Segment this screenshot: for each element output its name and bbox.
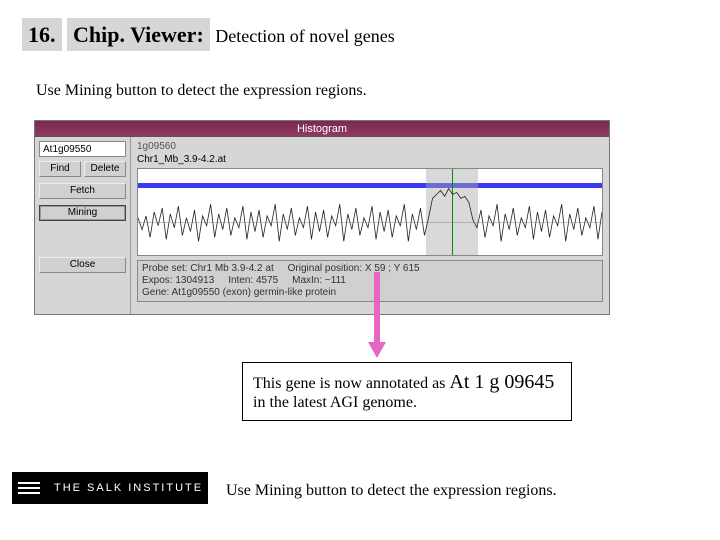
callout-line1: This gene is now annotated as <box>253 375 449 392</box>
find-button[interactable]: Find <box>39 161 81 177</box>
footer-text: Use Mining button to detect the expressi… <box>226 482 557 500</box>
lead-text: Use Mining button to detect the expressi… <box>36 82 367 100</box>
title-sub: Detection of novel genes <box>215 26 394 46</box>
slide-title: 16. Chip. Viewer: Detection of novel gen… <box>22 22 395 48</box>
status-origpos: Original position: X 59 ; Y 615 <box>288 263 420 274</box>
gene-id-input[interactable] <box>39 141 126 157</box>
title-number: 16. <box>22 18 62 51</box>
track-label: 1g09560 <box>137 141 603 152</box>
callout-line2: in the latest AGI genome. <box>253 394 417 411</box>
delete-button[interactable]: Delete <box>84 161 126 177</box>
histogram-svg <box>138 169 602 255</box>
salk-logo-icon <box>12 472 46 504</box>
salk-logo-text: THE SALK INSTITUTE <box>54 482 203 494</box>
salk-logo: THE SALK INSTITUTE <box>12 472 208 504</box>
status-probeset: Probe set: Chr1 Mb 3.9-4.2 at <box>142 263 274 274</box>
sidebar: Find Delete Fetch Mining Close <box>35 137 131 314</box>
chipviewer-window: Histogram Find Delete Fetch Mining Close… <box>34 120 610 315</box>
callout-gene-id: At 1 g 09645 <box>449 371 554 393</box>
mining-button[interactable]: Mining <box>39 205 126 221</box>
status-maxin: MaxIn: ~111 <box>292 275 346 286</box>
annotation-callout: This gene is now annotated as At 1 g 096… <box>242 362 572 421</box>
fetch-button[interactable]: Fetch <box>39 183 126 199</box>
window-titlebar: Histogram <box>35 121 609 137</box>
title-main: Chip. Viewer: <box>67 18 210 51</box>
histogram-plot[interactable] <box>137 168 603 256</box>
close-button[interactable]: Close <box>39 257 126 273</box>
status-expos: Expos: 1304913 <box>142 275 214 286</box>
arrow-icon <box>370 272 384 360</box>
coord-label: Chr1_Mb_3.9-4.2.at <box>137 154 603 165</box>
status-inten: Inten: 4575 <box>228 275 278 286</box>
